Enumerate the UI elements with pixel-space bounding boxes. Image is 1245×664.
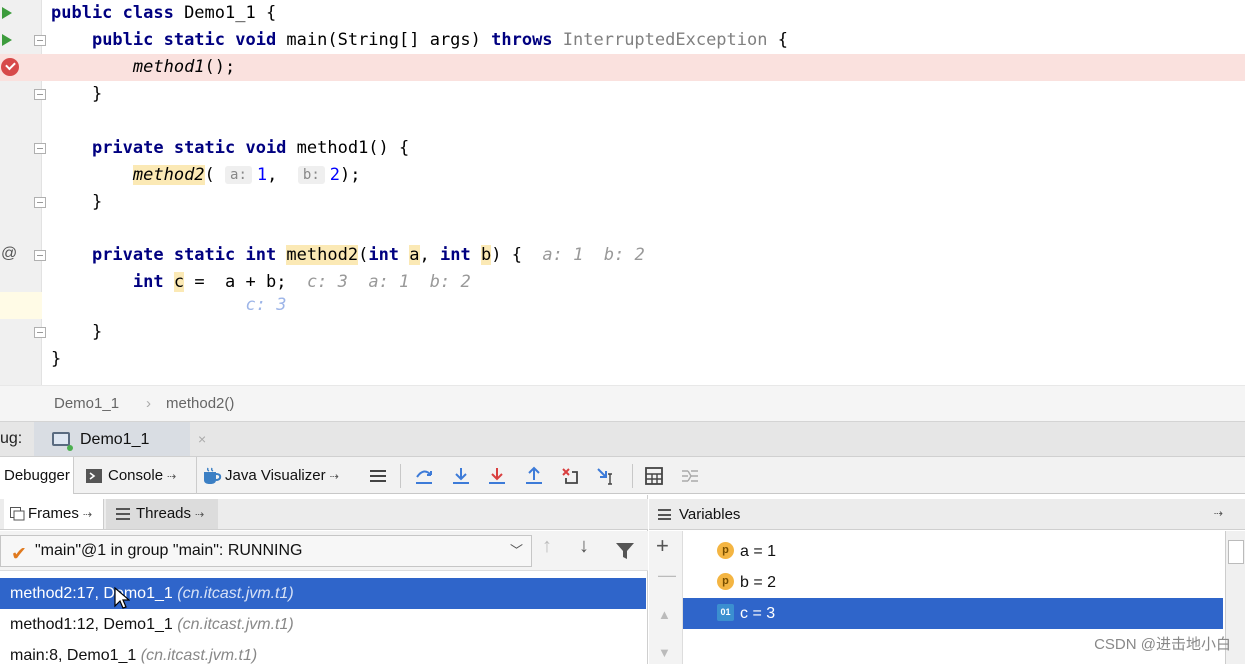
tab-debugger[interactable]: Debugger — [0, 457, 74, 494]
breadcrumb-separator: › — [146, 395, 151, 412]
remove-watch-icon[interactable]: — — [658, 565, 676, 586]
debug-label: ug: — [0, 430, 23, 447]
threads-icon — [116, 508, 130, 520]
frame-row[interactable]: main:8, Demo1_1 (cn.itcast.jvm.t1) — [0, 640, 646, 664]
trace-icon[interactable] — [680, 466, 700, 486]
variable-row[interactable]: p a = 1 — [683, 536, 1223, 567]
evaluate-expression-icon[interactable] — [644, 466, 664, 486]
move-down-icon[interactable]: ▼ — [658, 645, 671, 660]
fold-icon[interactable] — [34, 197, 46, 208]
fold-icon[interactable] — [34, 89, 46, 100]
toolbar-separator — [632, 464, 633, 488]
variables-header: Variables ⇢ — [649, 499, 1245, 530]
fold-icon[interactable] — [34, 143, 46, 154]
fold-icon[interactable] — [34, 35, 46, 46]
frames-icon — [10, 507, 25, 521]
code-line-4: } — [0, 81, 1245, 108]
variable-row[interactable]: 01 c = 3 — [683, 598, 1223, 629]
code-line-14: } — [51, 349, 62, 369]
chevron-down-icon: ﹀ — [509, 543, 523, 558]
code-line-3-breakpoint: method1(); — [0, 54, 1245, 81]
coffee-cup-icon — [204, 467, 222, 484]
tab-java-visualizer[interactable]: Java Visualizer ⇢ — [196, 457, 358, 494]
frames-panel: Frames ⇢ Threads ⇢ ✔ "main"@1 in group "ma… — [0, 495, 648, 664]
watermark: CSDN @进击地小白 — [1094, 636, 1231, 653]
running-indicator-icon — [67, 445, 73, 451]
thread-dropdown[interactable]: ✔ "main"@1 in group "main": RUNNING ﹀ — [0, 535, 532, 567]
run-to-cursor-icon[interactable] — [596, 466, 616, 486]
code-editor[interactable]: public class Demo1_1 { public static voi… — [0, 0, 1245, 385]
parameter-icon: p — [717, 573, 734, 590]
pin-icon[interactable]: ⇢ — [83, 509, 92, 521]
param-hint: b: — [297, 166, 325, 184]
arrow-up-icon[interactable]: ↑ — [542, 535, 552, 558]
breadcrumb: Demo1_1 › method2() — [0, 385, 1245, 421]
tab-console[interactable]: Console ⇢ — [82, 457, 194, 494]
code-line-13: } — [0, 319, 1245, 346]
code-line-6: private static void method1() { — [0, 135, 1245, 162]
code-line-10: @ private static int method2(int a, int … — [0, 242, 1245, 269]
debug-tool-window-header: ug: Demo1_1 × — [0, 421, 1245, 457]
force-step-into-icon[interactable] — [487, 466, 507, 486]
toolbar-separator — [400, 464, 401, 488]
pin-icon[interactable]: ⇢ — [1214, 499, 1223, 530]
code-line-2: public static void main(String[] args) t… — [0, 27, 1245, 54]
fold-icon[interactable] — [34, 327, 46, 338]
console-icon — [86, 469, 102, 483]
fold-icon[interactable] — [34, 250, 46, 261]
variables-menu-icon — [658, 509, 671, 520]
mouse-cursor-icon — [114, 587, 130, 609]
breakpoint-icon[interactable] — [1, 58, 19, 76]
debug-session-tab[interactable]: Demo1_1 × — [34, 422, 206, 457]
code-line-8: } — [0, 189, 1245, 216]
code-line-1: public class Demo1_1 { — [0, 0, 1245, 27]
thread-selector-row: ✔ "main"@1 in group "main": RUNNING ﹀ ↑ … — [0, 531, 648, 571]
step-over-icon[interactable] — [414, 466, 434, 486]
menu-icon[interactable] — [368, 466, 388, 486]
override-marker-icon: @ — [1, 245, 18, 262]
arrow-down-icon[interactable]: ↓ — [579, 535, 589, 558]
close-icon[interactable]: × — [198, 422, 206, 457]
search-field[interactable] — [1228, 540, 1244, 564]
move-up-icon[interactable]: ▲ — [658, 607, 671, 622]
frame-row[interactable]: method1:12, Demo1_1 (cn.itcast.jvm.t1) — [0, 609, 646, 640]
run-icon[interactable] — [2, 34, 12, 46]
checkmark-icon: ✔ — [11, 544, 27, 565]
breadcrumb-method[interactable]: method2() — [166, 386, 234, 422]
code-line-12-current-execution: return c; c: 3 — [0, 292, 1245, 319]
pin-icon[interactable]: ⇢ — [167, 471, 176, 483]
local-variable-icon: 01 — [717, 604, 734, 621]
frames-tabs: Frames ⇢ Threads ⇢ — [0, 499, 648, 530]
tab-threads[interactable]: Threads ⇢ — [106, 499, 218, 529]
debugger-toolbar: Debugger Console ⇢ Java Visualizer ⇢ — [0, 456, 1245, 494]
pin-icon[interactable]: ⇢ — [195, 509, 204, 521]
drop-frame-icon[interactable] — [560, 466, 580, 486]
breadcrumb-class[interactable]: Demo1_1 — [54, 386, 119, 422]
session-tab-label: Demo1_1 — [80, 431, 150, 448]
code-line-7: method2( a: 1, b: 2); — [132, 165, 361, 185]
run-icon[interactable] — [2, 7, 12, 19]
session-icon — [52, 432, 70, 446]
step-out-icon[interactable] — [524, 466, 544, 486]
frame-row[interactable]: method2:17, Demo1_1 (cn.itcast.jvm.t1) — [0, 578, 646, 609]
variables-side-toolbar: + — ▲ ▼ — [649, 531, 683, 664]
parameter-icon: p — [717, 542, 734, 559]
variable-row[interactable]: p b = 2 — [683, 567, 1223, 598]
pin-icon[interactable]: ⇢ — [330, 471, 339, 483]
param-hint: a: — [225, 166, 252, 184]
inline-debug-values: c: 3 — [245, 295, 287, 315]
inline-debug-values: c: 3 a: 1 b: 2 — [306, 272, 471, 292]
step-into-icon[interactable] — [451, 466, 471, 486]
tab-frames[interactable]: Frames ⇢ — [4, 499, 104, 529]
filter-icon[interactable] — [615, 541, 635, 561]
add-watch-icon[interactable]: + — [656, 533, 669, 559]
inline-debug-values: a: 1 b: 2 — [542, 245, 645, 265]
